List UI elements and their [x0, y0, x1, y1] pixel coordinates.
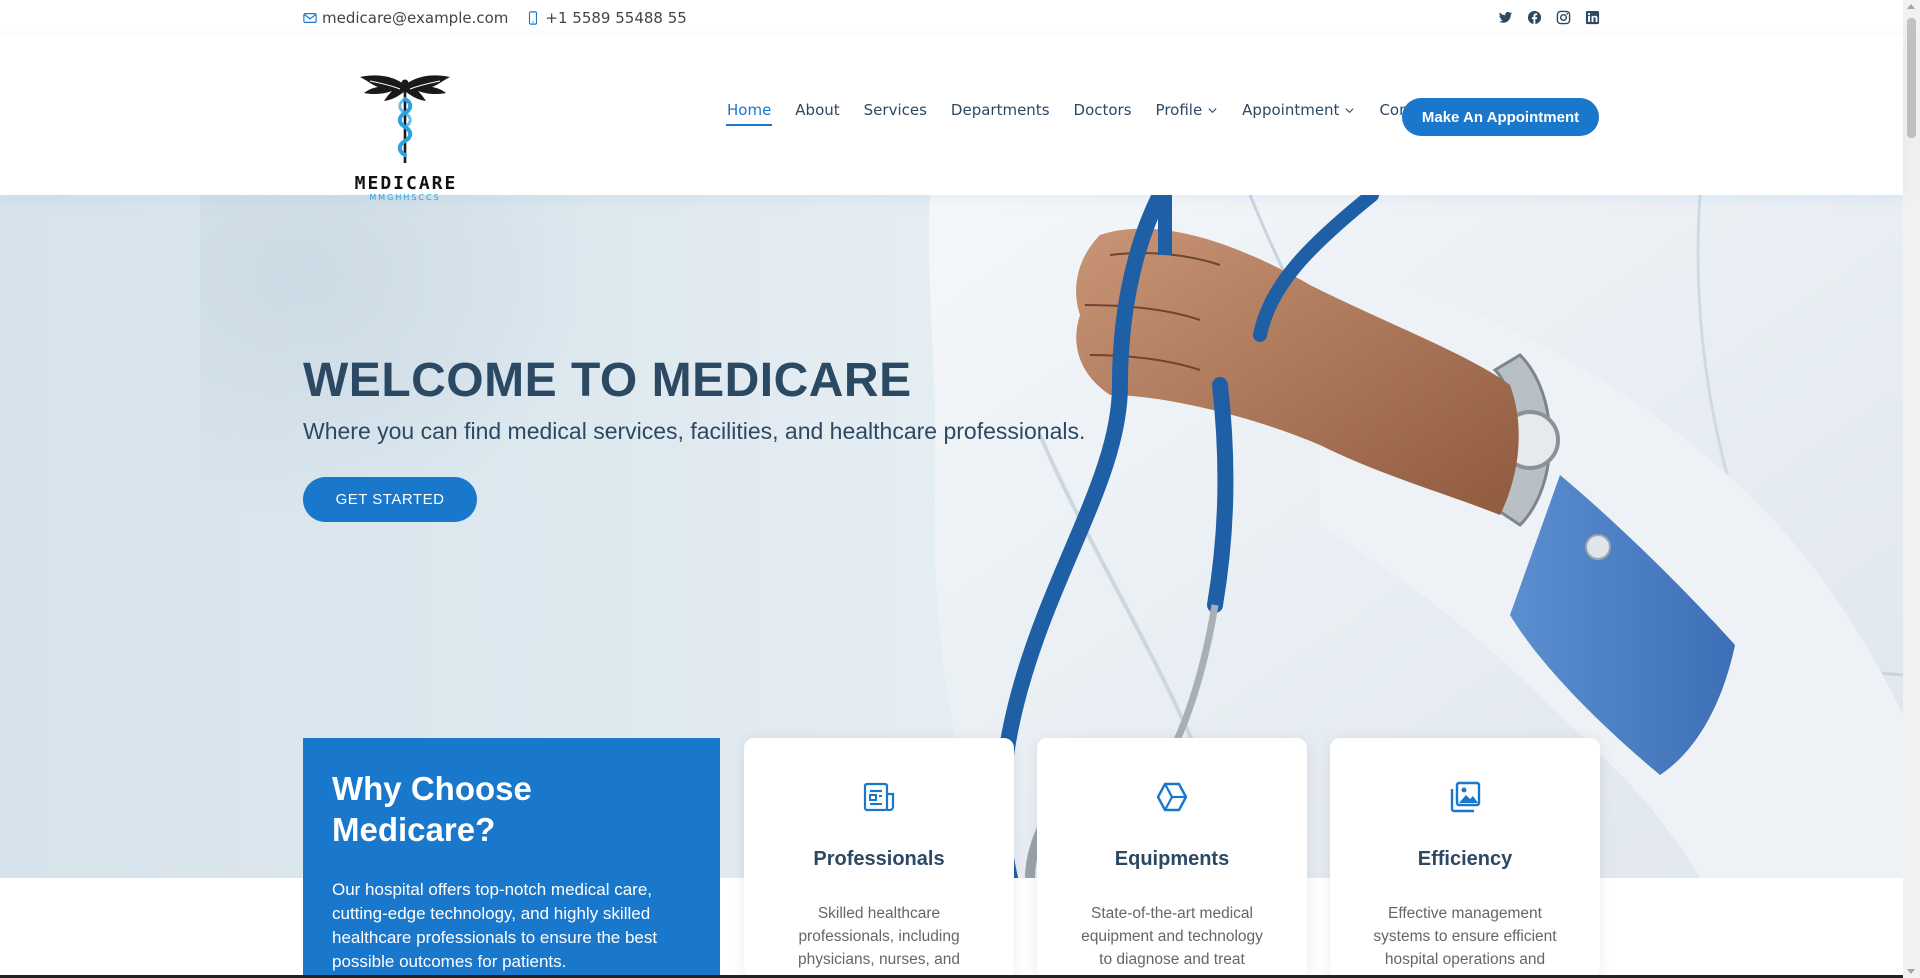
feature-text: Effective management systems to ensure e… [1373, 905, 1557, 968]
get-started-button[interactable]: GET STARTED [303, 477, 477, 522]
feature-card-professionals: Professionals Skilled healthcare profess… [744, 738, 1014, 978]
images-icon [1450, 781, 1481, 813]
feature-title: Efficiency [1417, 848, 1513, 870]
envelope-icon [303, 12, 317, 23]
document-icon [863, 782, 895, 812]
email-contact[interactable]: medicare@example.com [303, 9, 508, 27]
social-links [1497, 10, 1600, 26]
why-text: Our hospital offers top-notch medical ca… [332, 880, 658, 971]
phone-text: +1 5589 55488 55 [545, 8, 687, 27]
twitter-icon[interactable] [1497, 10, 1513, 26]
facebook-icon[interactable] [1526, 10, 1542, 26]
logo-name: MEDICARE [354, 173, 458, 194]
main-nav: Home About Services Departments Doctors … [715, 91, 1450, 129]
nav-appointment[interactable]: Appointment [1230, 91, 1367, 129]
scrollbar-thumb[interactable] [1907, 18, 1916, 138]
nav-services-label: Services [863, 101, 927, 119]
topbar: medicare@example.com +1 5589 55488 55 [0, 0, 1903, 35]
nav-departments[interactable]: Departments [939, 91, 1062, 129]
email-text: medicare@example.com [322, 8, 509, 27]
chevron-down-icon [1208, 107, 1217, 113]
nav-services[interactable]: Services [852, 91, 939, 129]
linkedin-icon[interactable] [1584, 10, 1600, 26]
nav-home[interactable]: Home [715, 91, 783, 129]
logo-tagline: MMGHHSCCS [369, 193, 441, 202]
site-logo[interactable]: MEDICARE MMGHHSCCS [350, 63, 460, 202]
chevron-down-icon [1345, 107, 1354, 113]
caduceus-logo [360, 75, 450, 163]
scroll-down-icon[interactable] [1907, 969, 1915, 974]
nav-departments-label: Departments [950, 101, 1050, 119]
feature-title: Professionals [813, 848, 945, 870]
phone-contact[interactable]: +1 5589 55488 55 [526, 8, 687, 27]
scroll-up-icon[interactable] [1907, 4, 1915, 9]
hero-title: WELCOME TO MEDICARE [303, 354, 912, 407]
instagram-icon[interactable] [1555, 10, 1571, 26]
nav-appointment-label: Appointment [1242, 101, 1340, 119]
why-title: Why Choose Medicare? [332, 770, 532, 848]
contact-info: medicare@example.com +1 5589 55488 55 [303, 9, 687, 27]
nav-doctors-label: Doctors [1073, 101, 1132, 119]
feature-title: Equipments [1114, 848, 1230, 870]
nav-home-label: Home [727, 101, 772, 119]
page-scrollbar[interactable] [1903, 0, 1920, 978]
feature-card-efficiency: Efficiency Effective management systems … [1330, 738, 1600, 978]
hero-subtitle: Where you can find medical services, fac… [303, 418, 1086, 444]
nav-profile[interactable]: Profile [1144, 91, 1231, 129]
nav-doctors[interactable]: Doctors [1062, 91, 1144, 129]
feature-text: Skilled healthcare professionals, includ… [798, 905, 960, 968]
make-appointment-button[interactable]: Make An Appointment [1402, 98, 1599, 136]
nav-about[interactable]: About [783, 91, 851, 129]
phone-icon [529, 10, 538, 25]
cube-icon [1156, 782, 1188, 812]
site-header: MEDICARE MMGHHSCCS Home About Services D… [0, 35, 1903, 202]
nav-profile-label: Profile [1155, 101, 1203, 119]
nav-about-label: About [795, 101, 840, 119]
feature-text: State-of-the-art medical equipment and t… [1081, 905, 1263, 978]
feature-card-equipments: Equipments State-of-the-art medical equi… [1037, 738, 1307, 978]
why-choose-box: Why Choose Medicare? Our hospital offers… [303, 738, 720, 978]
